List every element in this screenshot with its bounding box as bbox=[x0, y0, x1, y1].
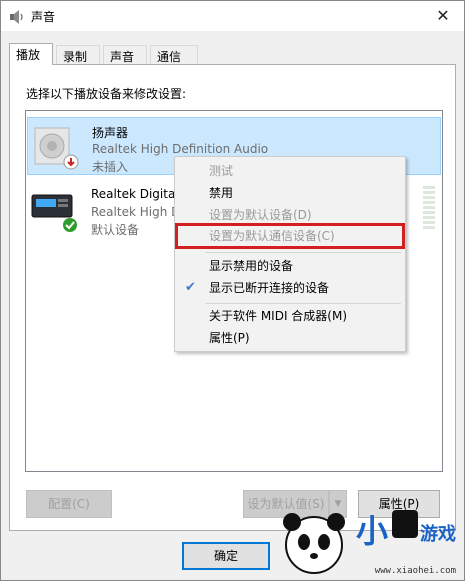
close-icon: ✕ bbox=[436, 6, 450, 25]
configure-button[interactable]: 配置(C) bbox=[26, 490, 112, 518]
title-bar[interactable]: 声音 ✕ bbox=[1, 1, 464, 31]
ok-button[interactable]: 确定 bbox=[182, 542, 270, 570]
sound-dialog: 声音 ✕ 播放 录制 声音 通信 选择以下播放设备来修改设置: 扬声器 Real… bbox=[0, 0, 465, 581]
menu-item-test[interactable]: 测试 bbox=[177, 160, 403, 182]
context-menu: 测试 禁用 设置为默认设备(D) 设置为默认通信设备(C) 显示禁用的设备 ✔ … bbox=[174, 156, 406, 352]
panda-mascot-icon bbox=[283, 513, 345, 574]
watermark-url: www.xiaohei.com bbox=[374, 566, 456, 576]
instruction-label: 选择以下播放设备来修改设置: bbox=[26, 87, 187, 101]
volume-level-meter bbox=[423, 186, 435, 230]
tab-recording[interactable]: 录制 bbox=[56, 45, 100, 64]
device-driver: Realtek High D bbox=[91, 205, 181, 219]
device-name: 扬声器 bbox=[92, 126, 129, 140]
device-status: 未插入 bbox=[92, 160, 129, 174]
menu-separator bbox=[205, 303, 401, 304]
window-title: 声音 bbox=[31, 10, 56, 24]
device-name: Realtek Digital bbox=[91, 187, 179, 201]
menu-separator bbox=[205, 252, 401, 253]
watermark-brand-a: 小 bbox=[356, 512, 389, 550]
menu-item-disable[interactable]: 禁用 bbox=[177, 182, 403, 204]
menu-item-label: 显示已断开连接的设备 bbox=[209, 281, 330, 295]
watermark-brand-b: 游戏 bbox=[420, 524, 456, 545]
speaker-app-icon bbox=[10, 10, 23, 24]
close-button[interactable]: ✕ bbox=[428, 3, 458, 29]
menu-item-properties[interactable]: 属性(P) bbox=[177, 327, 403, 349]
watermark-logo: 小 游戏 www.xiaohei.com bbox=[274, 500, 464, 580]
menu-item-set-default-comm[interactable]: 设置为默认通信设备(C) bbox=[175, 223, 405, 249]
menu-item-set-default[interactable]: 设置为默认设备(D) bbox=[177, 204, 403, 226]
menu-item-show-disabled[interactable]: 显示禁用的设备 bbox=[177, 255, 403, 277]
tab-communications[interactable]: 通信 bbox=[150, 45, 198, 64]
speaker-icon bbox=[34, 127, 79, 170]
device-status: 默认设备 bbox=[91, 223, 140, 237]
checkmark-icon: ✔ bbox=[185, 280, 196, 295]
digital-output-icon bbox=[31, 194, 77, 232]
watermark-brand-black-icon bbox=[392, 510, 418, 538]
tab-playback[interactable]: 播放 bbox=[9, 43, 53, 65]
menu-item-about-midi[interactable]: 关于软件 MIDI 合成器(M) bbox=[177, 305, 403, 327]
device-driver: Realtek High Definition Audio bbox=[92, 142, 269, 156]
tab-sounds[interactable]: 声音 bbox=[103, 45, 147, 64]
menu-item-show-disconnected[interactable]: ✔ 显示已断开连接的设备 bbox=[177, 277, 403, 299]
